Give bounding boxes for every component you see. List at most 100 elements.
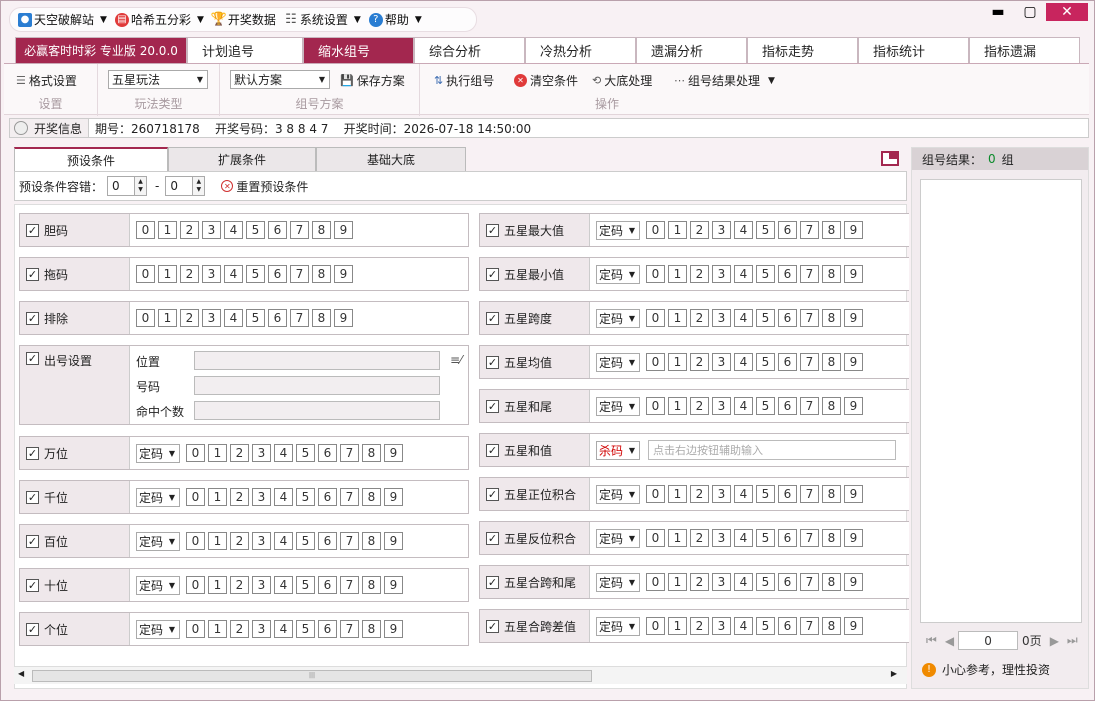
scroll-right-icon[interactable]: ▶ (891, 669, 897, 678)
mode-select[interactable]: 定码 ▼ (596, 484, 640, 504)
digit-button[interactable]: 8 (362, 576, 381, 594)
digit-button[interactable]: 8 (822, 353, 841, 371)
digit-button[interactable]: 3 (712, 309, 731, 327)
digit-button[interactable]: 7 (290, 309, 309, 327)
digit-button[interactable]: 4 (734, 529, 753, 547)
tolerance-min-input[interactable]: 0 ▲ ▼ (107, 176, 148, 196)
checkbox[interactable]: ✓ (26, 622, 39, 636)
digit-button[interactable]: 3 (202, 309, 221, 327)
spinner-arrows-icon[interactable]: ▲ ▼ (134, 176, 148, 196)
tab-hotcold[interactable]: 冷热分析 (525, 37, 636, 63)
mode-select[interactable]: 定码 ▼ (136, 531, 180, 551)
digit-button[interactable]: 4 (734, 397, 753, 415)
mode-select[interactable]: 定码 ▼ (136, 619, 180, 639)
digit-button[interactable]: 5 (756, 573, 775, 591)
minimize-button[interactable]: ▬ (982, 3, 1014, 21)
checkbox[interactable]: ✓ (26, 490, 39, 504)
digit-button[interactable]: 1 (208, 576, 227, 594)
digit-button[interactable]: 4 (224, 265, 243, 283)
digit-button[interactable]: 2 (690, 397, 709, 415)
first-page-icon[interactable]: ⏮ (926, 633, 937, 648)
play-type-select[interactable]: 五星玩法 ▼ (108, 70, 208, 89)
checkbox[interactable]: ✓ (486, 531, 499, 545)
tab-preset[interactable]: 预设条件 (14, 147, 168, 171)
checkbox[interactable]: ✓ (26, 352, 39, 365)
digit-button[interactable]: 4 (224, 221, 243, 239)
digit-button[interactable]: 2 (180, 309, 199, 327)
mode-select[interactable]: 定码 ▼ (596, 352, 640, 372)
digit-button[interactable]: 7 (800, 617, 819, 635)
digit-button[interactable]: 7 (340, 620, 359, 638)
digit-button[interactable]: 3 (202, 221, 221, 239)
bottom-process-button[interactable]: ⟲ 大底处理 (592, 72, 652, 89)
save-scheme-button[interactable]: 💾 保存方案 (340, 72, 405, 89)
digit-button[interactable]: 2 (690, 221, 709, 239)
digit-button[interactable]: 8 (362, 532, 381, 550)
digit-button[interactable]: 8 (312, 265, 331, 283)
tab-shrink[interactable]: 缩水组号 (303, 37, 414, 63)
digit-button[interactable]: 9 (844, 221, 863, 239)
digit-button[interactable]: 8 (312, 309, 331, 327)
digit-button[interactable]: 9 (844, 309, 863, 327)
menu-settings[interactable]: ☷ 系统设置 ▼ (284, 11, 361, 28)
menu-draw-data[interactable]: 🏆 开奖数据 (211, 11, 276, 28)
tab-omission[interactable]: 遗漏分析 (636, 37, 747, 63)
digit-button[interactable]: 6 (778, 617, 797, 635)
digit-button[interactable]: 0 (646, 221, 665, 239)
digit-button[interactable]: 0 (136, 309, 155, 327)
tab-brand[interactable]: 必赢客时时彩 专业版 20.0.0 (15, 37, 187, 63)
digit-button[interactable]: 4 (274, 488, 293, 506)
scheme-select[interactable]: 默认方案 ▼ (230, 70, 330, 89)
digit-button[interactable]: 9 (334, 221, 353, 239)
digit-button[interactable]: 2 (180, 265, 199, 283)
digit-button[interactable]: 1 (158, 309, 177, 327)
tab-extended[interactable]: 扩展条件 (168, 147, 316, 171)
digit-button[interactable]: 8 (312, 221, 331, 239)
close-button[interactable]: ✕ (1046, 3, 1088, 21)
digit-button[interactable]: 6 (778, 529, 797, 547)
checkbox[interactable]: ✓ (486, 575, 499, 589)
digit-button[interactable]: 2 (690, 573, 709, 591)
digit-button[interactable]: 1 (668, 353, 687, 371)
digit-button[interactable]: 6 (778, 397, 797, 415)
digit-button[interactable]: 0 (646, 485, 665, 503)
digit-button[interactable]: 7 (340, 488, 359, 506)
digit-button[interactable]: 4 (274, 620, 293, 638)
digit-button[interactable]: 4 (734, 485, 753, 503)
digit-button[interactable]: 0 (186, 576, 205, 594)
checkbox[interactable]: ✓ (486, 487, 499, 501)
tab-comprehensive[interactable]: 综合分析 (414, 37, 525, 63)
digit-button[interactable]: 1 (208, 488, 227, 506)
digit-button[interactable]: 3 (712, 573, 731, 591)
digit-button[interactable]: 5 (756, 485, 775, 503)
digit-button[interactable]: 4 (734, 573, 753, 591)
digit-button[interactable]: 7 (800, 397, 819, 415)
digit-button[interactable]: 4 (734, 265, 753, 283)
digit-button[interactable]: 4 (734, 353, 753, 371)
digit-button[interactable]: 4 (734, 221, 753, 239)
checkbox[interactable]: ✓ (26, 311, 39, 325)
digit-button[interactable]: 2 (230, 488, 249, 506)
expand-panel-icon[interactable] (881, 151, 899, 166)
digit-button[interactable]: 3 (252, 620, 271, 638)
menu-lottery[interactable]: ▤ 哈希五分彩 ▼ (114, 11, 204, 28)
digit-button[interactable]: 0 (136, 221, 155, 239)
digit-button[interactable]: 6 (778, 265, 797, 283)
digit-button[interactable]: 7 (800, 353, 819, 371)
digit-button[interactable]: 9 (844, 617, 863, 635)
tab-indicator-omission[interactable]: 指标遗漏 (969, 37, 1080, 63)
digit-button[interactable]: 7 (800, 309, 819, 327)
horizontal-scrollbar[interactable]: ◀ ||| ▶ (14, 666, 907, 684)
digit-button[interactable]: 9 (844, 573, 863, 591)
digit-button[interactable]: 0 (646, 573, 665, 591)
digit-button[interactable]: 9 (844, 353, 863, 371)
digit-button[interactable]: 5 (756, 617, 775, 635)
scrollbar-thumb[interactable]: ||| (32, 670, 592, 682)
digit-button[interactable]: 3 (712, 221, 731, 239)
digit-button[interactable]: 5 (756, 309, 775, 327)
digit-button[interactable]: 0 (186, 488, 205, 506)
digit-button[interactable]: 0 (646, 617, 665, 635)
digit-button[interactable]: 6 (268, 309, 287, 327)
digit-button[interactable]: 5 (296, 488, 315, 506)
mode-select[interactable]: 定码 ▼ (596, 396, 640, 416)
